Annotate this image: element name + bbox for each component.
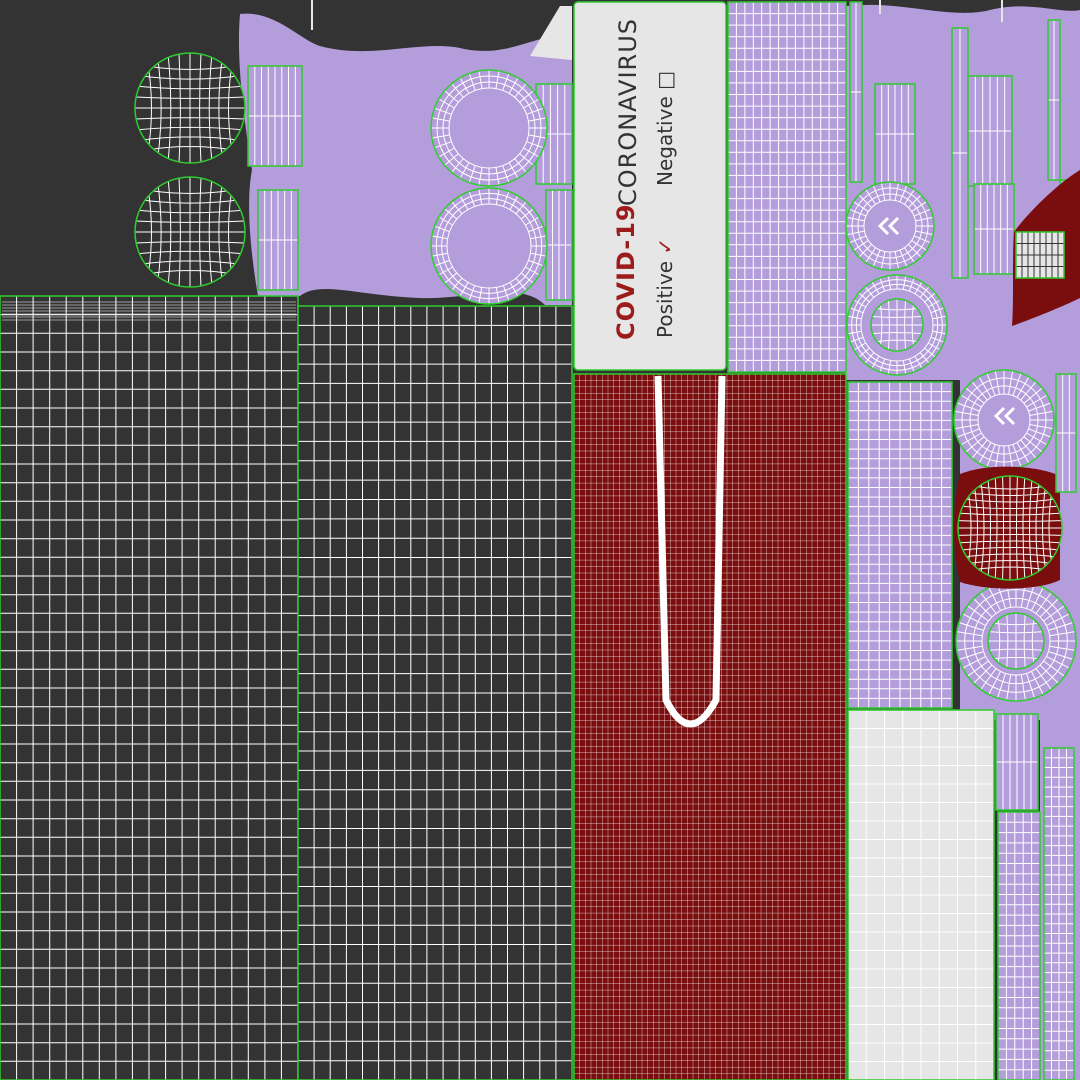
dark-grid-panel-left: [0, 295, 299, 1080]
light-gray-grid: [847, 709, 995, 1080]
narrow-strip-5: [874, 83, 916, 185]
strip-right-edge: [1055, 373, 1077, 493]
purple-ring-upper: [430, 69, 548, 187]
right-ring-d-core: [987, 612, 1045, 670]
light-gray-grid-wires: [848, 710, 994, 1080]
cap-teeth-patch: [1015, 231, 1065, 279]
narrow-strip-9: [1047, 19, 1061, 181]
narrow-strip-3: [545, 189, 573, 301]
right-ring-c: [953, 369, 1055, 471]
narrow-strip-8: [973, 183, 1015, 275]
narrow-strip-0: [247, 65, 303, 167]
purple-ring-lower: [430, 187, 548, 305]
dark-red-grid: [573, 373, 847, 1080]
strip-bottom-a: [995, 713, 1039, 811]
strip-bottom-c: [1043, 747, 1075, 1080]
purple-grid-right: [847, 381, 953, 709]
dark-grid-panel-middle-wires: [298, 306, 572, 1080]
dense-top-rows: [2, 301, 296, 321]
dark-grid-panel-middle: [297, 305, 573, 1080]
uv-texture-canvas: COVID-19 CORONAVIRUS Positive ✓ Negative…: [0, 0, 1080, 1080]
gray-sliver-top: [530, 6, 572, 60]
swab-head-mesh: [957, 475, 1063, 581]
narrow-strip-6: [951, 27, 969, 279]
strip-bottom-b: [997, 811, 1041, 1080]
narrow-strip-4: [849, 1, 863, 183]
test-label-panel: [573, 1, 727, 371]
right-ring-b-core: [870, 298, 924, 352]
purple-grid-upper: [727, 1, 847, 373]
uv-layout-graphic: [0, 0, 1080, 1080]
dark-disc-bottom: [134, 176, 246, 288]
narrow-strip-1: [257, 189, 299, 291]
narrow-strip-7: [967, 75, 1013, 187]
dark-disc-top: [134, 52, 246, 164]
